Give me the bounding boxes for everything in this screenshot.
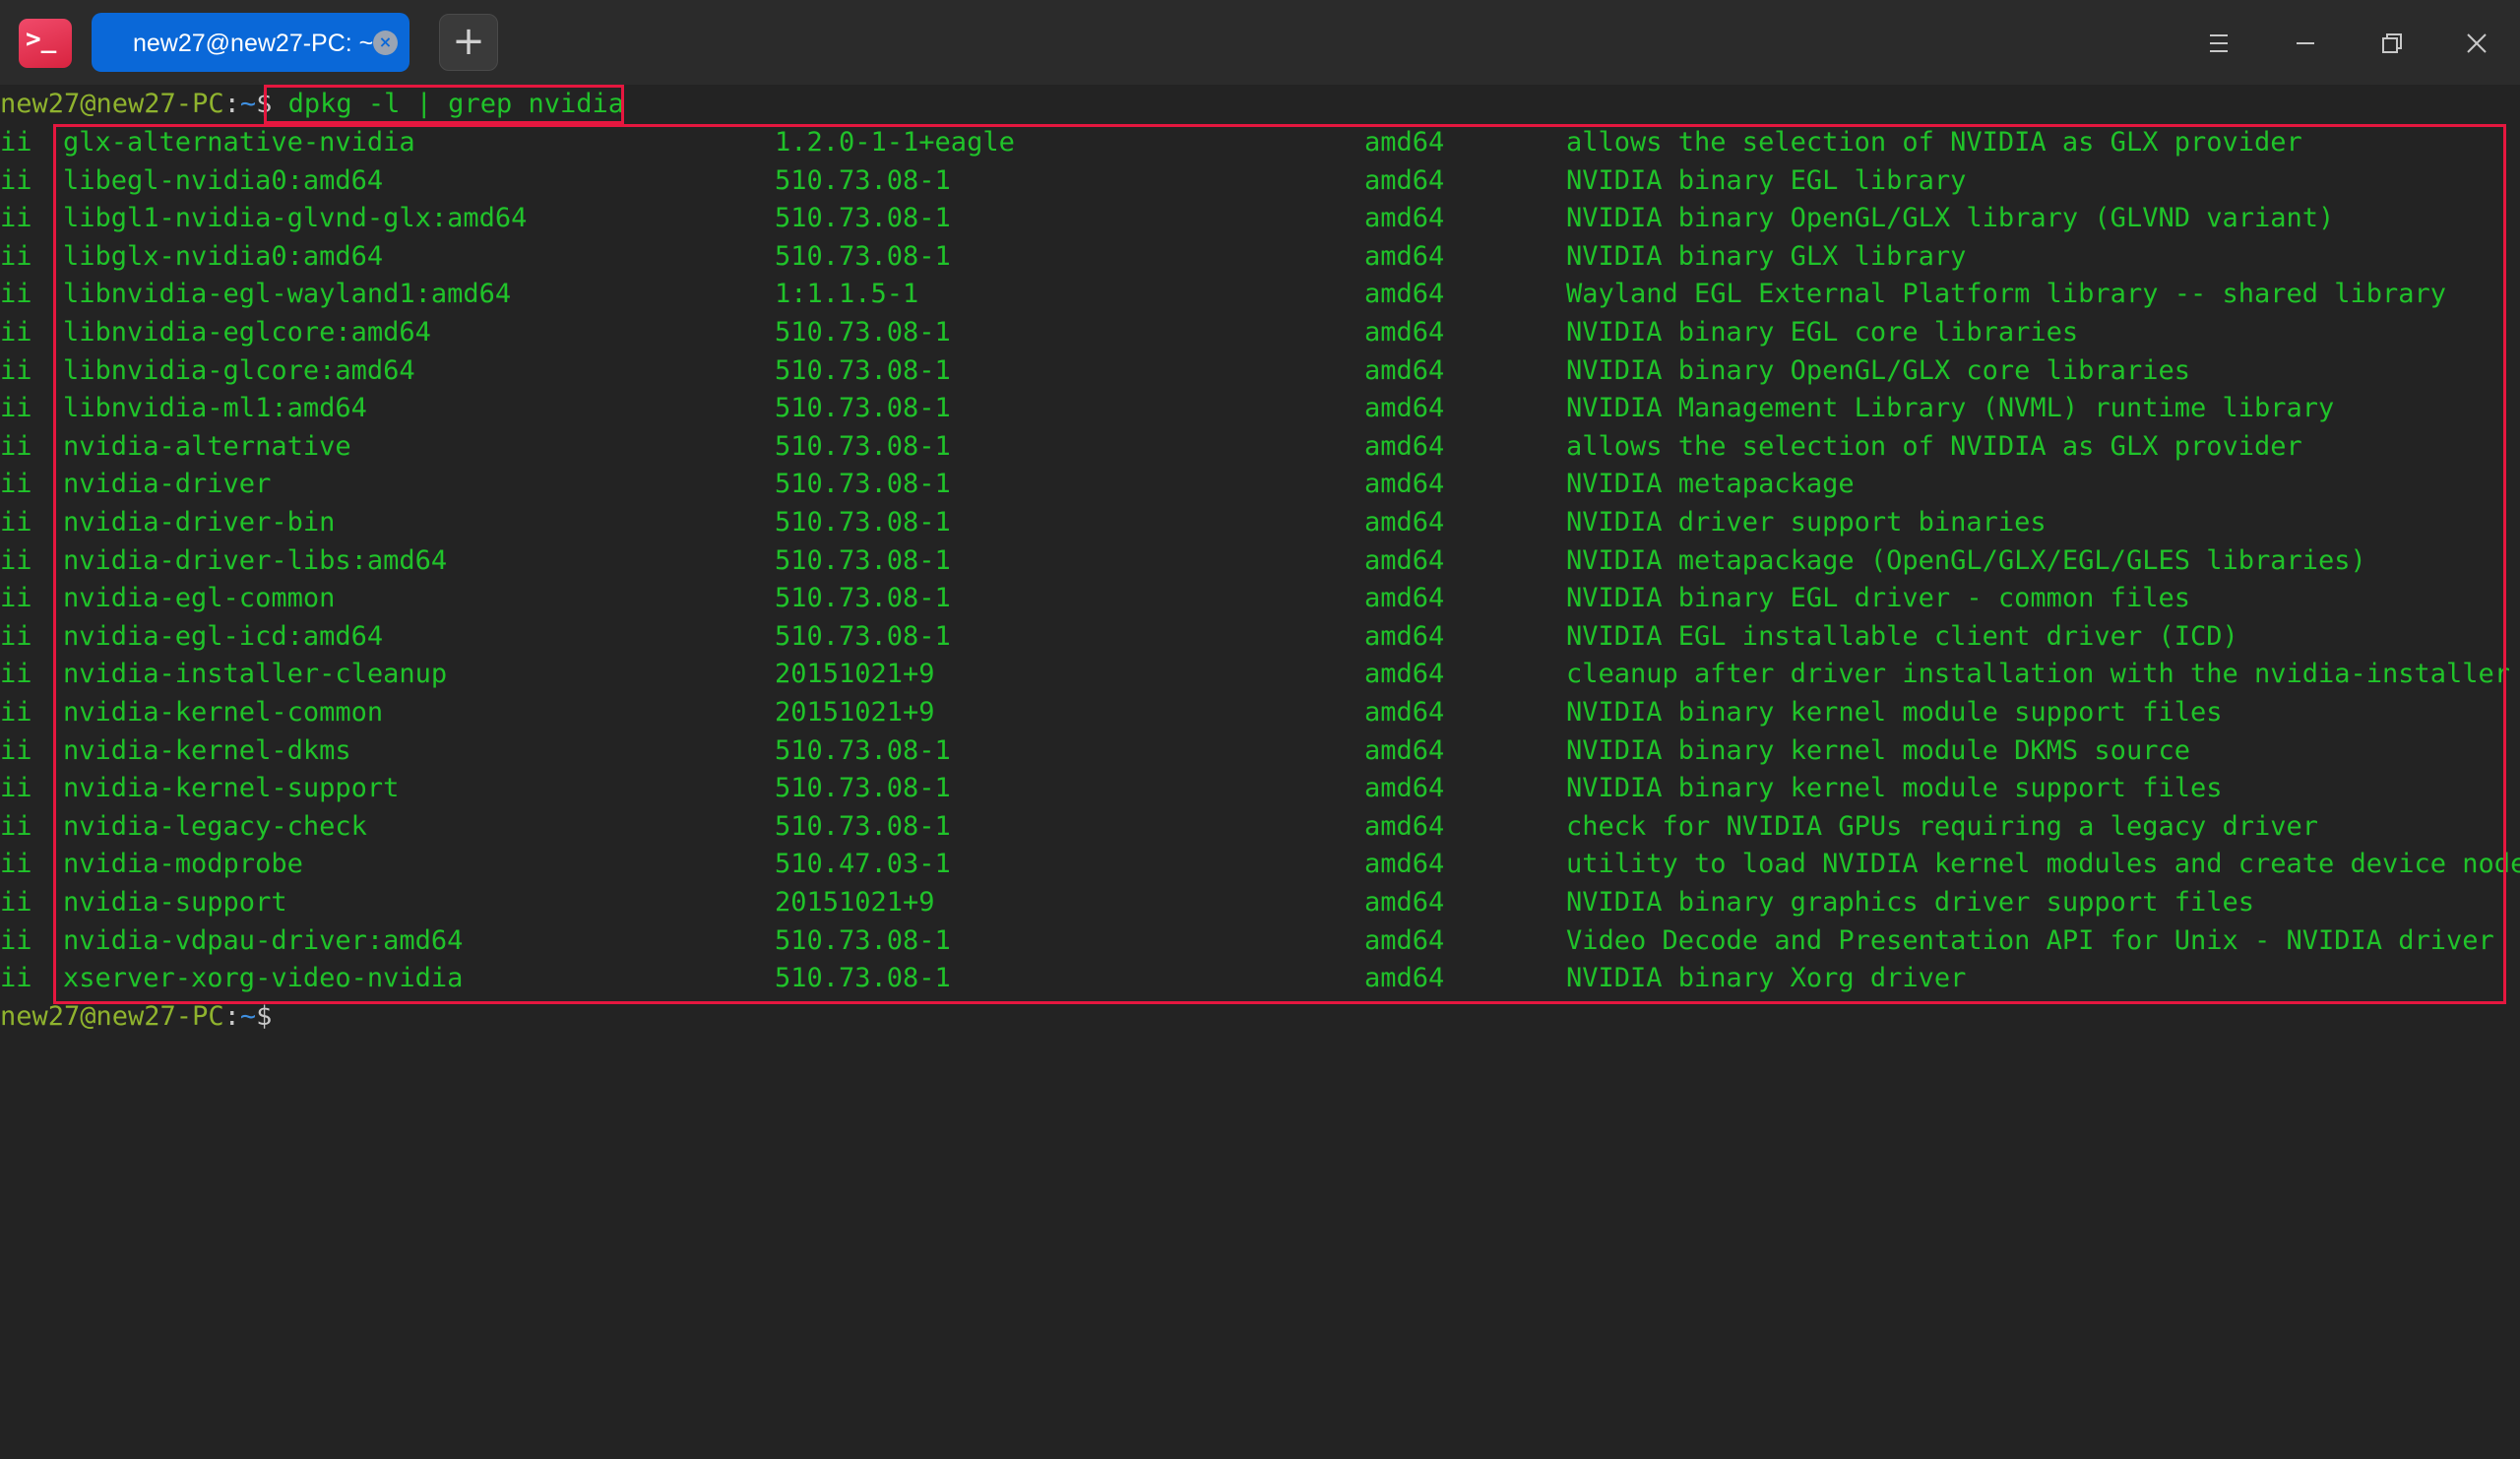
package-status: ii — [0, 124, 32, 161]
package-status: ii — [0, 200, 32, 237]
prompt-path: ~ — [240, 1001, 256, 1032]
package-status: ii — [0, 694, 32, 731]
close-icon[interactable] — [2455, 22, 2498, 65]
menu-icon[interactable] — [2197, 22, 2240, 65]
package-status: ii — [0, 580, 32, 617]
package-status: ii — [0, 504, 32, 541]
prompt-dollar: $ — [256, 1001, 272, 1032]
package-status: ii — [0, 276, 32, 313]
package-status: ii — [0, 314, 32, 351]
terminal-window: >_ new27@new27-PC: ~ × + — [0, 0, 2520, 1459]
prompt-user-host: new27@new27-PC — [0, 89, 224, 119]
tab-close-icon[interactable]: × — [373, 31, 398, 55]
title-bar: >_ new27@new27-PC: ~ × + — [0, 0, 2520, 85]
package-status: ii — [0, 656, 32, 693]
restore-icon[interactable] — [2370, 22, 2414, 65]
package-status: ii — [0, 428, 32, 466]
terminal-output-area[interactable]: new27@new27-PC:~$ dpkg -l | grep nvidia … — [0, 85, 2520, 1459]
terminal-app-icon[interactable]: >_ — [19, 19, 72, 68]
package-status: ii — [0, 770, 32, 807]
prompt-user-host: new27@new27-PC — [0, 1001, 224, 1032]
package-status: ii — [0, 238, 32, 276]
package-status: ii — [0, 466, 32, 503]
package-status: ii — [0, 542, 32, 580]
prompt-separator: : — [224, 89, 240, 119]
prompt-separator: : — [224, 1001, 240, 1032]
new-tab-button[interactable]: + — [439, 14, 498, 71]
minimize-icon[interactable] — [2284, 22, 2327, 65]
package-status: ii — [0, 390, 32, 427]
package-status: ii — [0, 352, 32, 390]
prompt-line-idle: new27@new27-PC:~$ — [0, 998, 272, 1036]
output-highlight-box — [53, 124, 2506, 1004]
package-status: ii — [0, 808, 32, 846]
package-status: ii — [0, 618, 32, 656]
package-status: ii — [0, 960, 32, 997]
package-status: ii — [0, 884, 32, 921]
package-status: ii — [0, 732, 32, 770]
package-status: ii — [0, 162, 32, 200]
tab-label: new27@new27-PC: ~ — [133, 13, 373, 72]
prompt-path: ~ — [240, 89, 256, 119]
package-status: ii — [0, 846, 32, 883]
tab-terminal-session[interactable]: new27@new27-PC: ~ × — [92, 13, 410, 72]
package-status: ii — [0, 922, 32, 960]
command-highlight-box — [264, 85, 624, 124]
